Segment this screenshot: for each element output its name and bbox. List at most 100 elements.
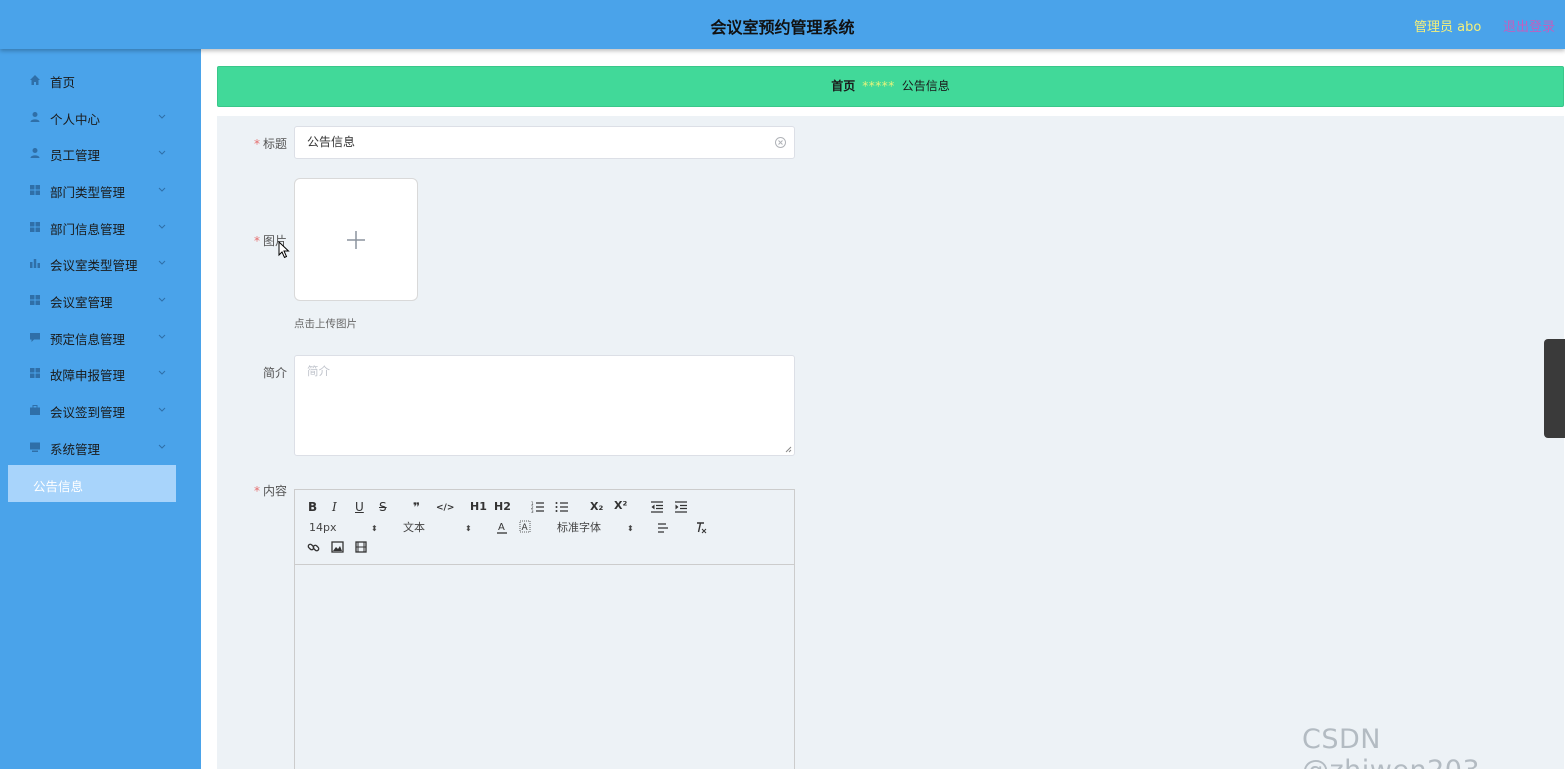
sidebar-item-label: 会议签到管理 xyxy=(50,405,126,420)
clear-format-icon[interactable] xyxy=(694,521,707,534)
sidebar: 首页 个人中心 员工管理 部门类型管理 部门信息管理 会议室类型管理 会议室管理… xyxy=(0,49,201,769)
outdent-icon[interactable] xyxy=(650,501,664,513)
monitor-icon xyxy=(30,442,40,452)
title-input[interactable] xyxy=(307,134,767,148)
plus-icon xyxy=(347,231,365,249)
video-icon[interactable] xyxy=(355,541,367,553)
chevron-down-icon xyxy=(158,224,166,229)
heading1-button[interactable]: H1 xyxy=(470,500,487,514)
font-family-select[interactable]: 标准字体 ⬍ xyxy=(557,521,637,535)
strikethrough-button[interactable]: S xyxy=(379,500,387,514)
bullet-list-icon[interactable] xyxy=(555,501,569,513)
image-icon[interactable] xyxy=(331,541,344,553)
sidebar-subitem-label: 公告信息 xyxy=(33,479,84,494)
main-content: 首页 ***** 公告信息 *标题 *图片 点击上传图片 简介 *内容 B I U … xyxy=(201,49,1565,769)
chevron-down-icon xyxy=(158,114,166,119)
italic-button[interactable]: I xyxy=(332,500,337,514)
mouse-cursor-icon xyxy=(278,241,290,259)
font-color-icon[interactable]: A xyxy=(496,520,508,534)
side-panel-toggle[interactable] xyxy=(1544,339,1565,438)
comment-icon xyxy=(30,333,40,342)
sidebar-item-personal-center[interactable]: 个人中心 xyxy=(0,99,201,135)
superscript-button[interactable]: X² xyxy=(614,499,627,513)
upload-tip: 点击上传图片 xyxy=(294,318,357,330)
grid-icon xyxy=(30,368,40,378)
chevron-down-icon xyxy=(158,297,166,302)
sidebar-item-dept-info[interactable]: 部门信息管理 xyxy=(0,209,201,245)
sidebar-item-label: 部门类型管理 xyxy=(50,185,126,200)
code-block-button[interactable]: </> xyxy=(436,501,454,515)
breadcrumb: 首页 ***** 公告信息 xyxy=(217,66,1564,107)
sidebar-item-check-in[interactable]: 会议签到管理 xyxy=(0,392,201,428)
sidebar-item-rooms[interactable]: 会议室管理 xyxy=(0,282,201,318)
content-field-label: * 内容 xyxy=(253,484,287,498)
title-input-wrapper xyxy=(294,126,795,159)
app-title: 会议室预约管理系统 xyxy=(710,18,855,37)
top-header: 会议室预约管理系统 管理员 abo 退出登录 xyxy=(0,0,1565,49)
announcement-form: *标题 *图片 点击上传图片 简介 *内容 B I U S ❞ </> xyxy=(217,116,1564,769)
breadcrumb-separator: ***** xyxy=(862,79,895,93)
sidebar-item-label: 首页 xyxy=(50,75,76,90)
required-asterisk: * xyxy=(253,484,260,498)
sidebar-item-label: 预定信息管理 xyxy=(50,332,126,347)
blockquote-button[interactable]: ❞ xyxy=(413,500,420,514)
indent-icon[interactable] xyxy=(674,501,688,513)
image-field-label: * 图片 xyxy=(253,234,287,248)
editor-toolbar: B I U S ❞ </> H1 H2 123 X₂ X² 14px ⬍ 文本 ⬍ … xyxy=(295,490,794,565)
chevron-down-icon xyxy=(158,370,166,375)
bar-chart-icon xyxy=(30,259,40,268)
briefcase-icon xyxy=(30,405,40,415)
chevron-down-icon xyxy=(158,187,166,192)
sidebar-item-dept-types[interactable]: 部门类型管理 xyxy=(0,172,201,208)
editor-content-area[interactable] xyxy=(295,566,794,769)
sidebar-item-employees[interactable]: 员工管理 xyxy=(0,135,201,171)
breadcrumb-home[interactable]: 首页 xyxy=(831,79,855,93)
underline-button[interactable]: U xyxy=(355,500,364,514)
sidebar-item-label: 故障申报管理 xyxy=(50,368,126,383)
clear-icon[interactable] xyxy=(774,136,787,149)
grid-icon xyxy=(30,185,40,195)
sidebar-subitem-announcements[interactable]: 公告信息 xyxy=(8,465,176,502)
sidebar-item-room-types[interactable]: 会议室类型管理 xyxy=(0,245,201,281)
font-size-select[interactable]: 14px ⬍ xyxy=(309,521,379,535)
sidebar-item-label: 员工管理 xyxy=(50,148,101,163)
bold-button[interactable]: B xyxy=(308,500,317,514)
link-icon[interactable] xyxy=(307,541,320,554)
intro-textarea[interactable] xyxy=(295,356,794,455)
watermark: CSDN @zhiwen203 xyxy=(1302,724,1480,769)
chevron-down-icon xyxy=(158,444,166,449)
chevron-down-icon xyxy=(158,150,166,155)
user-icon xyxy=(30,112,40,122)
chevron-down-icon xyxy=(158,334,166,339)
align-icon[interactable] xyxy=(657,522,669,534)
home-icon xyxy=(30,75,40,85)
required-asterisk: * xyxy=(253,234,260,248)
text-type-select[interactable]: 文本 ⬍ xyxy=(403,521,473,535)
grid-icon xyxy=(30,295,40,305)
current-user-label: 管理员 abo xyxy=(1414,20,1482,35)
subscript-button[interactable]: X₂ xyxy=(590,500,603,514)
breadcrumb-current: 公告信息 xyxy=(901,79,950,93)
sidebar-item-home[interactable]: 首页 xyxy=(0,62,201,98)
resize-grip-icon[interactable] xyxy=(785,446,792,453)
logout-link[interactable]: 退出登录 xyxy=(1503,16,1555,35)
heading2-button[interactable]: H2 xyxy=(494,500,511,514)
sidebar-item-fault-reports[interactable]: 故障申报管理 xyxy=(0,355,201,391)
chevron-down-icon xyxy=(158,260,166,265)
sidebar-item-system[interactable]: 系统管理 xyxy=(0,429,201,465)
intro-field-label: 简介 xyxy=(262,366,287,380)
sidebar-item-label: 部门信息管理 xyxy=(50,222,126,237)
background-color-icon[interactable]: A xyxy=(519,520,531,534)
sidebar-item-label: 个人中心 xyxy=(50,112,101,127)
image-uploader[interactable] xyxy=(294,178,418,301)
sidebar-item-label: 会议室类型管理 xyxy=(50,258,138,273)
intro-textarea-wrapper xyxy=(294,355,795,456)
grid-icon xyxy=(30,222,40,232)
required-asterisk: * xyxy=(253,137,260,151)
chevron-down-icon xyxy=(158,407,166,412)
user-icon xyxy=(30,148,40,158)
ordered-list-icon[interactable]: 123 xyxy=(531,501,545,513)
svg-text:3: 3 xyxy=(531,509,534,513)
sidebar-item-reservations[interactable]: 预定信息管理 xyxy=(0,319,201,355)
sidebar-item-label: 系统管理 xyxy=(50,442,101,457)
